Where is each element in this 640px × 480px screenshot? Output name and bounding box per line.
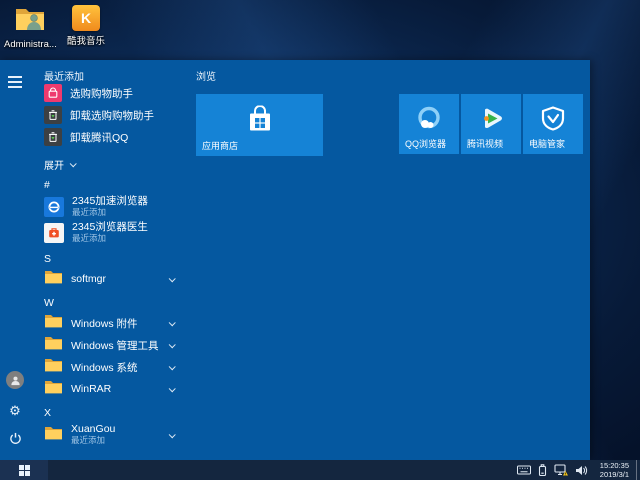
expand-label: 展开 [44,160,64,172]
app-item-label: 选购购物助手 [70,87,133,100]
speaker-icon[interactable] [575,465,588,476]
app-folder-xuangou[interactable]: XuanGou 最近添加 [36,422,186,448]
folder-icon [44,335,63,355]
app-item-label: Windows 管理工具 [71,339,159,352]
tile-windows-store[interactable]: 应用商店 [196,94,323,156]
folder-icon [44,313,63,333]
start-button[interactable] [0,460,48,480]
app-item-label: 2345浏览器医生 [72,221,148,233]
section-letter-w[interactable]: W [36,294,186,312]
desktop-wallpaper: Administra... K 酷我音乐 ⚙ 最近添加 选购购物助手 卸载选购购… [0,0,640,480]
app-item-sublabel: 最近添加 [72,207,107,217]
clock-time: 15:20:35 [599,461,629,470]
app-item-label: WinRAR [71,383,112,395]
section-letter-x[interactable]: X [36,404,186,422]
tile-qq-browser[interactable]: QQ浏览器 [399,94,459,154]
app-folder-windows-admin-tools[interactable]: Windows 管理工具 [36,334,186,356]
start-menu-app-list: 最近添加 选购购物助手 卸载选购购物助手 卸载腾讯QQ 展开 # 2345加速浏… [30,60,186,460]
usb-device-icon[interactable] [538,464,547,476]
chevron-down-icon [69,159,77,167]
user-account-button[interactable] [6,371,24,389]
tile-label: 应用商店 [202,141,239,151]
chevron-down-icon [168,274,176,282]
start-menu-rail: ⚙ [0,60,30,460]
tile-label: QQ浏览器 [405,139,447,149]
taskbar-clock[interactable]: 15:20:35 2019/3/1 [595,461,634,479]
app-item-label: Windows 附件 [71,317,138,330]
hamburger-menu-icon[interactable] [8,76,22,88]
power-button[interactable] [9,432,22,450]
app-item-label: 2345加速浏览器 [72,195,148,207]
folder-icon [44,379,63,399]
app-item-sublabel: 最近添加 [71,435,106,445]
section-letter-hash[interactable]: # [36,176,186,194]
folder-icon [44,357,63,377]
folder-icon [44,269,63,289]
app-item-uninstall-shopping-assistant[interactable]: 卸载选购购物助手 [36,104,186,126]
system-tray: 15:20:35 2019/3/1 [516,460,636,480]
chevron-down-icon [168,430,176,438]
desktop-icon-label: 酷我音乐 [66,36,105,47]
user-folder-icon [14,5,46,37]
tencent-video-icon [476,104,506,139]
app-item-2345-browser-doctor[interactable]: 2345浏览器医生 最近添加 [36,220,186,246]
tile-label: 腾讯视频 [467,139,504,149]
tile-pc-manager[interactable]: 电脑管家 [523,94,583,154]
app-folder-softmgr[interactable]: softmgr [36,268,186,290]
power-icon [9,432,21,444]
recently-added-header: 最近添加 [44,71,84,83]
kuwo-music-icon: K [72,5,100,31]
app-item-shopping-assistant[interactable]: 选购购物助手 [36,82,186,104]
settings-gear-button[interactable]: ⚙ [9,404,21,417]
chevron-down-icon [168,318,176,326]
app-item-2345-speed-browser[interactable]: 2345加速浏览器 最近添加 [36,194,186,220]
clock-date: 2019/3/1 [599,470,629,479]
app-item-label: softmgr [71,273,107,285]
start-menu: ⚙ 最近添加 选购购物助手 卸载选购购物助手 卸载腾讯QQ 展开 # 2345加… [0,60,590,460]
doctor-2345-icon [44,223,64,243]
app-item-uninstall-tencent-qq[interactable]: 卸载腾讯QQ [36,126,186,148]
start-menu-tile-area: 浏览 应用商店 QQ浏览器 腾讯视频 电脑管家 [196,60,590,460]
app-folder-winrar[interactable]: WinRAR [36,378,186,400]
app-item-label: Windows 系统 [71,361,138,374]
desktop-icon-administrator-folder[interactable]: Administra... [4,5,56,50]
desktop-icon-label: Administra... [4,39,56,50]
chevron-down-icon [168,384,176,392]
taskbar-empty-area[interactable] [48,460,517,480]
expand-list-button[interactable]: 展开 [36,156,186,172]
tile-tencent-video[interactable]: 腾讯视频 [461,94,521,154]
section-letter-s[interactable]: S [36,250,186,268]
desktop-icon-area: Administra... K 酷我音乐 [4,5,112,50]
browser-2345-icon [44,197,64,217]
desktop-icon-kuwo-music[interactable]: K 酷我音乐 [60,5,112,50]
shopping-bag-icon [44,84,62,102]
app-item-label: XuanGou [71,423,116,435]
folder-icon [44,425,63,445]
network-warning-icon[interactable] [554,464,568,476]
uninstall-trash-icon [44,106,62,124]
app-folder-windows-system[interactable]: Windows 系统 [36,356,186,378]
pc-manager-icon [539,105,567,138]
touch-keyboard-icon[interactable] [516,465,531,475]
qq-browser-icon [414,104,444,139]
chevron-down-icon [168,362,176,370]
windows-store-icon [245,104,275,138]
app-item-sublabel: 最近添加 [72,233,107,243]
uninstall-trash-icon [44,128,62,146]
chevron-down-icon [168,340,176,348]
app-item-label: 卸载选购购物助手 [70,109,154,122]
app-folder-windows-accessories[interactable]: Windows 附件 [36,312,186,334]
tile-group-label[interactable]: 浏览 [196,68,216,83]
app-item-label: 卸载腾讯QQ [70,131,129,144]
windows-logo-icon [18,464,30,476]
user-icon [10,376,20,385]
tile-label: 电脑管家 [529,139,566,149]
show-desktop-button[interactable] [636,460,640,480]
taskbar: 15:20:35 2019/3/1 [0,460,640,480]
